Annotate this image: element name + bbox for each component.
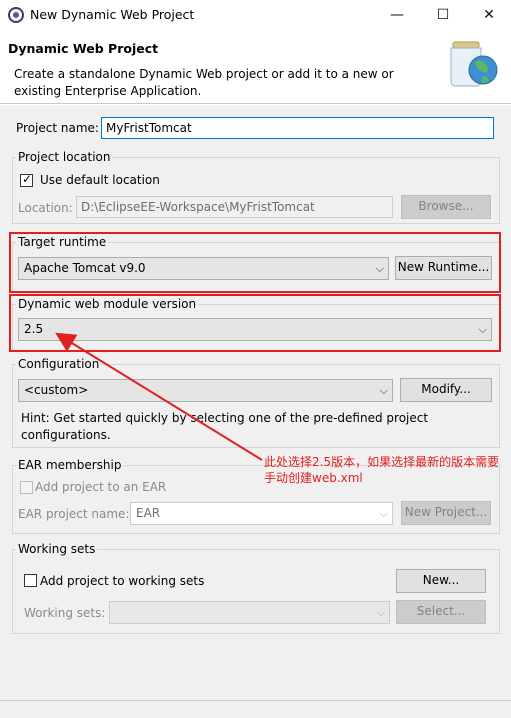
annotation-arrow (55, 332, 263, 461)
annotation-text: 此处选择2.5版本，如果选择最新的版本需要手动创建web.xml (264, 455, 500, 485)
bottom-divider (0, 700, 511, 701)
